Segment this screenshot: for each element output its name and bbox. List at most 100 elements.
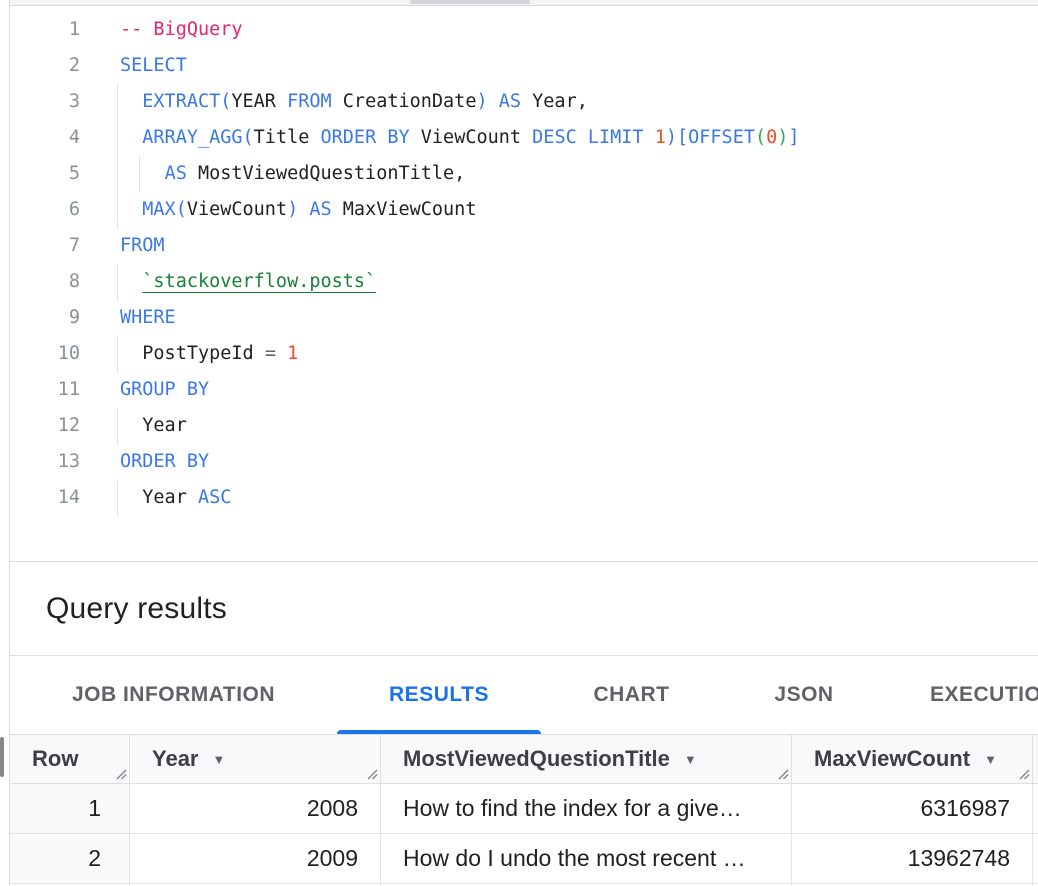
code-line[interactable]: 1 -- BigQuery xyxy=(10,12,1038,48)
code-token xyxy=(176,451,187,472)
code-token xyxy=(187,163,198,184)
cell-mostviewedquestiontitle[interactable]: How do I undo the most recent … xyxy=(381,834,792,883)
line-number: 6 xyxy=(10,192,80,228)
column-header-maxviewcount[interactable]: MaxViewCount▼ xyxy=(792,735,1033,783)
code-line[interactable]: 5 AS MostViewedQuestionTitle, xyxy=(10,156,1038,192)
column-resize-handle-icon[interactable] xyxy=(777,768,789,780)
code-line[interactable]: 12 Year xyxy=(10,408,1038,444)
active-tab-indicator xyxy=(337,730,541,734)
code-token xyxy=(309,127,320,148)
line-number: 2 xyxy=(10,48,80,84)
row-filler xyxy=(1033,834,1038,883)
indent-guide xyxy=(117,480,118,516)
code-line[interactable]: 3 EXTRACT(YEAR FROM CreationDate) AS Yea… xyxy=(10,84,1038,120)
tab-execution-details[interactable]: EXECUTION DETAILS xyxy=(886,656,1038,734)
code-token: MAX xyxy=(142,199,175,220)
code-token: ORDER xyxy=(120,451,176,472)
code-token: BY xyxy=(187,451,209,472)
table-row: 12008How to find the index for a give…63… xyxy=(10,784,1038,834)
code-token: Year xyxy=(142,487,187,508)
code-token xyxy=(521,127,532,148)
line-number: 9 xyxy=(10,300,80,336)
code-line[interactable]: 13ORDER BY xyxy=(10,444,1038,480)
table-row: 22009How do I undo the most recent …1396… xyxy=(10,834,1038,884)
code-token: ARRAY_AGG xyxy=(142,127,242,148)
column-resize-handle-icon[interactable] xyxy=(366,768,378,780)
column-header-mostviewedquestiontitle[interactable]: MostViewedQuestionTitle▼ xyxy=(381,735,792,783)
cell-year[interactable]: 2009 xyxy=(130,834,381,883)
code-token: [ xyxy=(677,127,688,148)
code-token: Year, xyxy=(532,91,588,112)
code-token: -- BigQuery xyxy=(120,19,243,40)
line-number: 7 xyxy=(10,228,80,264)
code-line[interactable]: 2SELECT xyxy=(10,48,1038,84)
cell-maxviewcount[interactable]: 6316987 xyxy=(792,784,1033,833)
code-line[interactable]: 10 PostTypeId = 1 xyxy=(10,336,1038,372)
code-token: OFFSET xyxy=(688,127,755,148)
code-token: DESC xyxy=(532,127,577,148)
code-token: 1 xyxy=(655,127,666,148)
code-token: PostTypeId xyxy=(142,343,253,364)
results-table-header: RowYear▼MostViewedQuestionTitle▼MaxViewC… xyxy=(10,735,1038,784)
sort-dropdown-icon[interactable]: ▼ xyxy=(984,752,997,767)
code-token: Year xyxy=(142,415,187,436)
horizontal-scrollbar-thumb[interactable] xyxy=(410,0,530,4)
line-number: 1 xyxy=(10,12,80,48)
code-token xyxy=(120,343,142,364)
line-number: 3 xyxy=(10,84,80,120)
code-line[interactable]: 4 ARRAY_AGG(Title ORDER BY ViewCount DES… xyxy=(10,120,1038,156)
code-token xyxy=(120,487,142,508)
tab-job-information[interactable]: JOB INFORMATION xyxy=(10,656,337,734)
code-token: MostViewedQuestionTitle, xyxy=(198,163,465,184)
column-header-year[interactable]: Year▼ xyxy=(130,735,381,783)
column-header-row[interactable]: Row xyxy=(10,735,130,783)
tab-results[interactable]: RESULTS xyxy=(337,656,541,734)
cell-row[interactable]: 1 xyxy=(10,784,130,833)
code-token: EXTRACT xyxy=(142,91,220,112)
code-token xyxy=(176,379,187,400)
indent-guide xyxy=(117,84,118,120)
line-number: 11 xyxy=(10,372,80,408)
code-token: GROUP xyxy=(120,379,176,400)
column-resize-handle-icon[interactable] xyxy=(1018,768,1030,780)
code-token: ) xyxy=(666,127,677,148)
line-number: 12 xyxy=(10,408,80,444)
code-token xyxy=(120,415,142,436)
sort-dropdown-icon[interactable]: ▼ xyxy=(684,752,697,767)
row-filler xyxy=(1033,784,1038,833)
tab-label: CHART xyxy=(594,683,670,707)
code-token: ( xyxy=(176,199,187,220)
code-token: YEAR xyxy=(231,91,276,112)
code-token: ] xyxy=(788,127,799,148)
code-token xyxy=(577,127,588,148)
code-line[interactable]: 14 Year ASC xyxy=(10,480,1038,516)
vertical-scrollbar-thumb[interactable] xyxy=(0,737,4,777)
code-line[interactable]: 7FROM xyxy=(10,228,1038,264)
cell-row[interactable]: 2 xyxy=(10,834,130,883)
table-reference-link[interactable]: `stackoverflow.posts` xyxy=(142,271,376,292)
code-line[interactable]: 6 MAX(ViewCount) AS MaxViewCount xyxy=(10,192,1038,228)
code-line[interactable]: 9WHERE xyxy=(10,300,1038,336)
code-token xyxy=(521,91,532,112)
code-token: = xyxy=(265,343,276,364)
column-resize-handle-icon[interactable] xyxy=(115,768,127,780)
code-token xyxy=(332,91,343,112)
tab-label: EXECUTION DETAILS xyxy=(930,683,1038,707)
sql-editor[interactable]: 1 -- BigQuery 2SELECT3 EXTRACT(YEAR FROM C… xyxy=(10,6,1038,562)
left-scrollbar-track xyxy=(0,0,10,886)
tab-chart[interactable]: CHART xyxy=(541,656,722,734)
sort-dropdown-icon[interactable]: ▼ xyxy=(213,752,226,767)
code-token xyxy=(120,127,142,148)
code-line[interactable]: 8 `stackoverflow.posts` xyxy=(10,264,1038,300)
code-token: CreationDate xyxy=(343,91,477,112)
code-token: 0 xyxy=(766,127,777,148)
code-token xyxy=(332,199,343,220)
code-token: ) xyxy=(476,91,487,112)
cell-maxviewcount[interactable]: 13962748 xyxy=(792,834,1033,883)
code-line[interactable]: 11GROUP BY xyxy=(10,372,1038,408)
cell-year[interactable]: 2008 xyxy=(130,784,381,833)
bigquery-query-page: 1 -- BigQuery 2SELECT3 EXTRACT(YEAR FROM C… xyxy=(0,0,1038,886)
cell-mostviewedquestiontitle[interactable]: How to find the index for a give… xyxy=(381,784,792,833)
tab-json[interactable]: JSON xyxy=(722,656,886,734)
code-token: ) xyxy=(777,127,788,148)
